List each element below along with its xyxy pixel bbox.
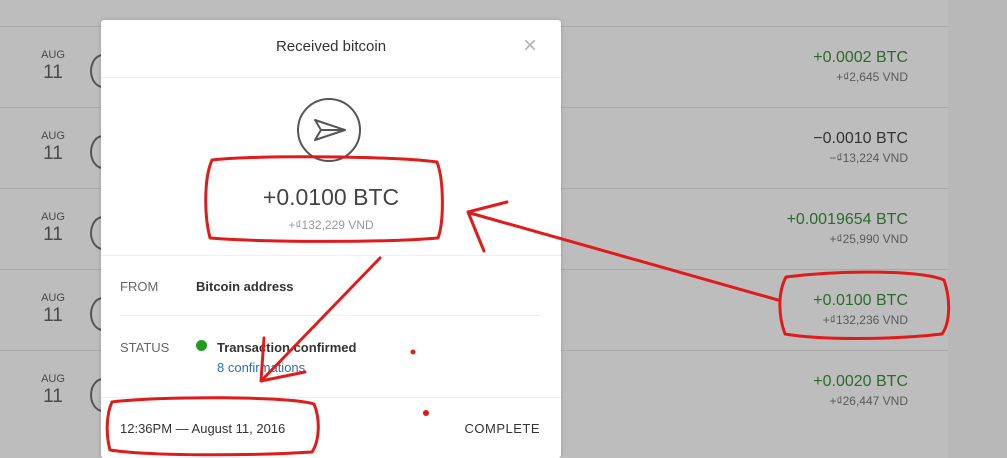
status-label: STATUS [120,340,170,355]
row-btc: +0.0002 BTC [813,49,908,66]
row-amount: +0.0002 BTC +₫2,645 VND [813,48,908,86]
divider [101,77,561,78]
row-month: AUG [41,373,65,385]
row-btc: +0.0100 BTC [813,292,908,309]
from-value: Bitcoin address [196,279,294,294]
row-day: 11 [43,224,63,245]
divider [120,315,541,316]
row-day: 11 [43,143,63,164]
row-day: 11 [43,305,63,326]
divider [101,397,561,398]
row-vnd: +₫25,990 VND [829,232,908,246]
row-date: AUG 11 [38,373,68,408]
row-date: AUG 11 [38,49,68,84]
row-btc: −0.0010 BTC [813,130,908,147]
row-amount: +0.0020 BTC +₫26,447 VND [813,372,908,410]
status-confirmed-icon [196,340,207,351]
transaction-detail-modal: Received bitcoin × +0.0100 BTC +₫132,229… [101,20,561,458]
transaction-timestamp: 12:36PM — August 11, 2016 [120,421,286,436]
confirmations-link[interactable]: 8 confirmations [217,360,305,375]
row-vnd: +₫132,236 VND [822,313,908,327]
row-day: 11 [43,62,63,83]
divider [101,255,561,256]
paper-plane-icon [297,98,361,162]
row-date: AUG 11 [38,211,68,246]
row-month: AUG [41,292,65,304]
row-amount: +0.0019654 BTC +₫25,990 VND [787,210,908,248]
amount-vnd: +₫132,229 VND [288,218,374,232]
row-date: AUG 11 [38,130,68,165]
row-vnd: +₫2,645 VND [836,70,908,84]
row-month: AUG [41,130,65,142]
right-gutter [948,0,1007,458]
from-label: FROM [120,279,159,294]
row-day: 11 [43,386,63,407]
row-month: AUG [41,211,65,223]
amount-btc: +0.0100 BTC [262,184,400,210]
row-amount: −0.0010 BTC −₫13,224 VND [813,129,908,167]
row-date: AUG 11 [38,292,68,327]
status-value: Transaction confirmed [217,340,357,355]
row-btc: +0.0019654 BTC [786,211,908,228]
row-amount: +0.0100 BTC +₫132,236 VND [813,291,908,329]
row-month: AUG [41,49,65,61]
row-vnd: +₫26,447 VND [829,394,908,408]
modal-title: Received bitcoin [275,38,387,55]
row-vnd: −₫13,224 VND [829,151,908,165]
transaction-status: COMPLETE [464,421,540,436]
close-icon[interactable]: × [519,34,541,58]
row-btc: +0.0020 BTC [813,373,908,390]
